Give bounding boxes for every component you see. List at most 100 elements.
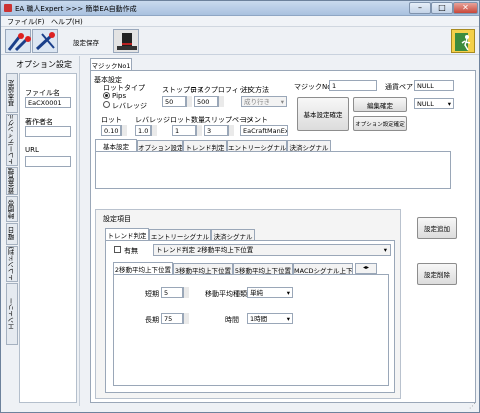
add-setting-button[interactable]: 設定追加 (417, 217, 457, 239)
sidebar-form: ファイル名 EaCX0001 著作者名 URL (19, 73, 77, 403)
order-method-value: 成り行き (244, 98, 270, 106)
lot-count-spinner[interactable] (196, 125, 202, 136)
comment-field[interactable]: EaCraftManExp (240, 125, 288, 136)
lot-spinner[interactable] (121, 125, 127, 136)
resize-grip[interactable]: ⋰ (469, 402, 478, 411)
order-method-label: 注文方法 (241, 86, 269, 94)
currency-pair-field[interactable]: NULL (414, 80, 454, 91)
stoploss-field[interactable]: 50 (162, 96, 186, 107)
long-field[interactable]: 75 (161, 313, 183, 324)
magic-panel: 基本設定 ロットタイプ Pips レバレッジ ストップロス 50 テイクプロフィ… (90, 70, 476, 403)
ma-type-value: 単純 (250, 289, 263, 297)
long-spinner[interactable] (183, 313, 189, 324)
pips-radio[interactable] (103, 92, 110, 99)
vtab-trading-rules[interactable]: トレーディングルール (6, 114, 18, 166)
menu-file[interactable]: ファイル(F) (7, 17, 45, 27)
minimize-button[interactable]: – (409, 2, 431, 14)
chevron-down-icon: ▾ (383, 246, 387, 254)
author-field[interactable] (25, 126, 71, 137)
currency-pair-select[interactable]: NULL ▾ (414, 98, 454, 109)
lot-field[interactable]: 0.10 (101, 125, 121, 136)
setting-save-label[interactable]: 設定保存 (73, 37, 99, 47)
close-button[interactable]: ✕ (453, 2, 478, 14)
inner-tab-3ma[interactable]: 3移動平均上下位置 (173, 263, 233, 274)
inner-tab-2ma[interactable]: 2移動平均上下位置 (113, 262, 173, 274)
short-field[interactable]: 5 (161, 287, 183, 298)
subtab-trend[interactable]: トレンド判定 (183, 140, 227, 151)
tab-magic-1[interactable]: マジックNo1 (90, 58, 132, 70)
subtab-exit[interactable]: 決済シグナル (287, 140, 331, 151)
vtab-money[interactable]: 資金管理 (6, 167, 18, 195)
takeprofit-spinner[interactable] (218, 96, 224, 107)
leverage-field[interactable]: 1.0 (135, 125, 151, 136)
subtab-entry[interactable]: エントリーシグナル (227, 140, 287, 151)
exit-icon[interactable] (451, 29, 475, 53)
slippage-spinner[interactable] (228, 125, 234, 136)
settings-tab-trend[interactable]: トレンド判定 (105, 228, 149, 240)
sidebar: オプション設定 基本設定 トレーディングルール 資金管理 時間帯 曜日 トレンド… (2, 56, 80, 406)
enable-checkbox[interactable] (114, 246, 121, 253)
app-icon (4, 4, 12, 12)
slippage-field[interactable]: 3 (204, 125, 228, 136)
magic-no-field[interactable]: 1 (329, 80, 377, 91)
short-label: 短期 (145, 290, 159, 298)
app-window: EA 職人Expert >>> 簡単EA自動作成 – □ ✕ ファイル(F) ヘ… (0, 0, 480, 413)
inner-tab-scroll[interactable]: ◂▸ (355, 263, 377, 274)
leverage-radio[interactable] (103, 101, 110, 108)
window-title: EA 職人Expert >>> 簡単EA自動作成 (15, 5, 137, 13)
trend-select-value: トレンド判定 2移動平均上下位置 (156, 246, 254, 254)
time-select[interactable]: 1時間 ▾ (247, 313, 293, 324)
subtab-basic[interactable]: 基本設定 (95, 139, 137, 151)
ma-type-select[interactable]: 単純 ▾ (247, 287, 293, 298)
chevron-right-icon[interactable]: ▸ (366, 264, 369, 271)
vtab-entry[interactable]: エントリー (6, 283, 18, 345)
delete-setting-button[interactable]: 設定削除 (417, 263, 457, 285)
sidebar-header: オプション設定 (16, 60, 72, 69)
maximize-button[interactable]: □ (431, 2, 453, 14)
lot-label: ロット (101, 116, 122, 124)
lot-count-field[interactable]: 1 (172, 125, 196, 136)
url-label: URL (25, 146, 39, 154)
leverage-label: レバレッジ (135, 116, 170, 124)
short-spinner[interactable] (183, 287, 189, 298)
title-bar: EA 職人Expert >>> 簡単EA自動作成 – □ ✕ (1, 1, 479, 16)
inner-tab-macd[interactable]: MACDシグナル上下 (293, 263, 353, 274)
chevron-down-icon: ▾ (280, 98, 284, 106)
wizard-icon[interactable] (5, 29, 31, 53)
slippage-value: 3 (207, 127, 212, 135)
hat-icon[interactable] (113, 29, 139, 53)
order-method-select[interactable]: 成り行き ▾ (241, 96, 287, 107)
currency-pair-select-value: NULL (417, 100, 434, 108)
menu-help[interactable]: ヘルプ(H) (51, 17, 83, 27)
settings-tab-entry[interactable]: エントリーシグナル (149, 229, 211, 240)
tools-icon[interactable] (32, 29, 58, 53)
comment-label: コメント (240, 116, 268, 124)
takeprofit-value: 500 (197, 98, 210, 106)
chevron-down-icon: ▾ (286, 289, 290, 297)
main-area: マジックNo1 基本設定 ロットタイプ Pips レバレッジ ストップロス 50… (81, 56, 478, 406)
url-field[interactable] (25, 156, 71, 167)
settings-tab-exit[interactable]: 決済シグナル (211, 229, 255, 240)
toolbar: 設定保存 (1, 27, 479, 55)
vtab-time[interactable]: 時間帯 (6, 196, 18, 222)
basic-confirm-button[interactable]: 基本設定確定 (297, 97, 349, 131)
vtab-basic[interactable]: 基本設定 (6, 73, 18, 113)
takeprofit-field[interactable]: 500 (194, 96, 218, 107)
leverage-value: 1.0 (138, 127, 149, 135)
edit-confirm-button[interactable]: 編集確定 (353, 97, 407, 112)
subtab-option[interactable]: オプション設定 (137, 140, 183, 151)
subtab-panel (95, 151, 451, 189)
leverage-spinner[interactable] (151, 125, 157, 136)
long-value: 75 (164, 315, 173, 323)
inner-tab-5ma[interactable]: 5移動平均上下位置 (233, 263, 293, 274)
chevron-down-icon: ▾ (286, 315, 290, 323)
option-confirm-button[interactable]: オプション設定確定 (353, 116, 407, 131)
filename-field[interactable]: EaCX0001 (25, 97, 71, 108)
vtab-day[interactable]: 曜日 (6, 223, 18, 245)
long-label: 長期 (145, 316, 159, 324)
pips-radio-label: Pips (112, 92, 127, 100)
trend-select[interactable]: トレンド判定 2移動平均上下位置 ▾ (153, 244, 391, 256)
vtab-trend[interactable]: トレンド判定 (6, 246, 18, 282)
lot-count-label: ロット数量 (170, 116, 205, 124)
stoploss-spinner[interactable] (186, 96, 192, 107)
